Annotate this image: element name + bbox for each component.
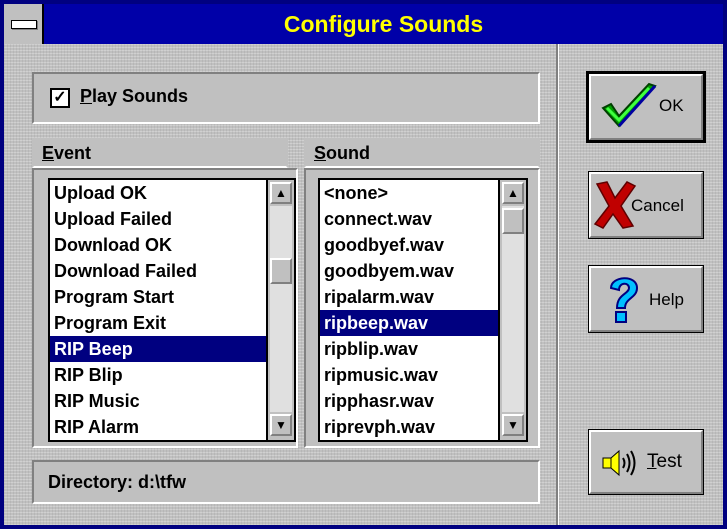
ok-label: OK — [659, 96, 684, 115]
sound-header-text: ound — [326, 143, 370, 163]
window-title: Configure Sounds — [283, 11, 484, 37]
event-header-text: vent — [54, 143, 92, 163]
event-list[interactable]: Upload OK Upload Failed Download OK Downloa… — [48, 178, 296, 442]
event-list-item[interactable]: Program Start — [50, 284, 294, 310]
sound-header: Sound — [314, 143, 370, 164]
play-sounds-label[interactable]: Play Sounds — [80, 86, 188, 107]
event-scroll-track[interactable] — [270, 206, 292, 412]
event-scroll-up-button[interactable]: ▲ — [270, 182, 292, 204]
event-scrollbar[interactable]: ▲ ▼ — [266, 180, 294, 440]
sound-list[interactable]: <none> connect.wav goodbyef.wav goodbyem.wa… — [318, 178, 528, 442]
sound-list-item[interactable]: ripmusic.wav — [320, 362, 526, 388]
dialog-client-area: ✓ Play Sounds Event Sound Upload OK Uploa… — [4, 44, 723, 525]
sound-scroll-up-button[interactable]: ▲ — [502, 182, 524, 204]
help-label: Help — [649, 290, 684, 309]
cancel-label: Cancel — [631, 196, 684, 215]
event-header-box: Event — [32, 138, 288, 168]
event-list-item[interactable]: Download Failed — [50, 258, 294, 284]
event-list-item[interactable]: Download OK — [50, 232, 294, 258]
sound-list-item[interactable]: goodbyef.wav — [320, 232, 526, 258]
sound-list-item[interactable]: connect.wav — [320, 206, 526, 232]
play-sounds-accel: P — [80, 86, 93, 106]
event-scroll-down-button[interactable]: ▼ — [270, 414, 292, 436]
event-scroll-thumb[interactable] — [270, 258, 292, 284]
sound-list-item[interactable]: ripalarm.wav — [320, 284, 526, 310]
ok-button[interactable]: OK — [589, 74, 703, 140]
event-list-item[interactable]: Upload OK — [50, 180, 294, 206]
speaker-icon — [602, 449, 636, 477]
sound-scroll-track[interactable] — [502, 206, 524, 412]
system-menu-icon — [11, 20, 37, 29]
test-button[interactable]: Test — [589, 430, 703, 494]
play-sounds-text: lay Sounds — [92, 86, 189, 106]
sound-list-item[interactable]: <none> — [320, 180, 526, 206]
test-label: Test — [647, 451, 682, 473]
event-list-item[interactable]: Upload Failed — [50, 206, 294, 232]
event-items: Upload OK Upload Failed Download OK Downloa… — [50, 180, 294, 440]
sound-scrollbar[interactable]: ▲ ▼ — [498, 180, 526, 440]
play-sounds-group: ✓ Play Sounds — [32, 72, 540, 124]
sound-list-item[interactable]: riprevph.wav — [320, 414, 526, 440]
checkmark-icon — [601, 82, 657, 128]
system-menu-button[interactable] — [4, 4, 44, 44]
play-sounds-checkbox[interactable]: ✓ — [50, 88, 70, 108]
directory-text: Directory: d:\tfw — [48, 472, 187, 492]
sound-scroll-thumb[interactable] — [502, 208, 524, 234]
sound-accel: S — [314, 143, 327, 163]
test-text: est — [656, 451, 682, 472]
event-list-item[interactable]: RIP Music — [50, 388, 294, 414]
sound-header-box: Sound — [304, 138, 540, 168]
event-list-item[interactable]: RIP Blip — [50, 362, 294, 388]
sound-list-item[interactable]: ripblip.wav — [320, 336, 526, 362]
event-list-item[interactable]: RIP Beep — [50, 336, 294, 362]
sound-list-item[interactable]: ripphasr.wav — [320, 388, 526, 414]
sound-list-item[interactable]: goodbyem.wav — [320, 258, 526, 284]
sound-scroll-down-button[interactable]: ▼ — [502, 414, 524, 436]
directory-box: Directory: d:\tfw — [32, 460, 540, 504]
event-accel: E — [42, 143, 55, 163]
question-mark-icon — [609, 277, 639, 323]
event-list-item[interactable]: Program Exit — [50, 310, 294, 336]
panel-divider — [556, 44, 559, 525]
sound-list-frame: <none> connect.wav goodbyef.wav goodbyem.wa… — [304, 168, 540, 448]
help-button[interactable]: Help — [589, 266, 703, 332]
test-accel: T — [647, 451, 657, 472]
event-header: Event — [42, 143, 91, 164]
cancel-button[interactable]: Cancel — [589, 172, 703, 238]
sound-items: <none> connect.wav goodbyef.wav goodbyem.wa… — [320, 180, 526, 440]
sound-list-item[interactable]: ripbeep.wav — [320, 310, 526, 336]
configure-sounds-window: Configure Sounds ✓ Play Sounds Event Sou… — [0, 0, 727, 529]
event-list-item[interactable]: RIP Alarm — [50, 414, 294, 440]
event-list-frame: Upload OK Upload Failed Download OK Downloa… — [32, 168, 298, 448]
